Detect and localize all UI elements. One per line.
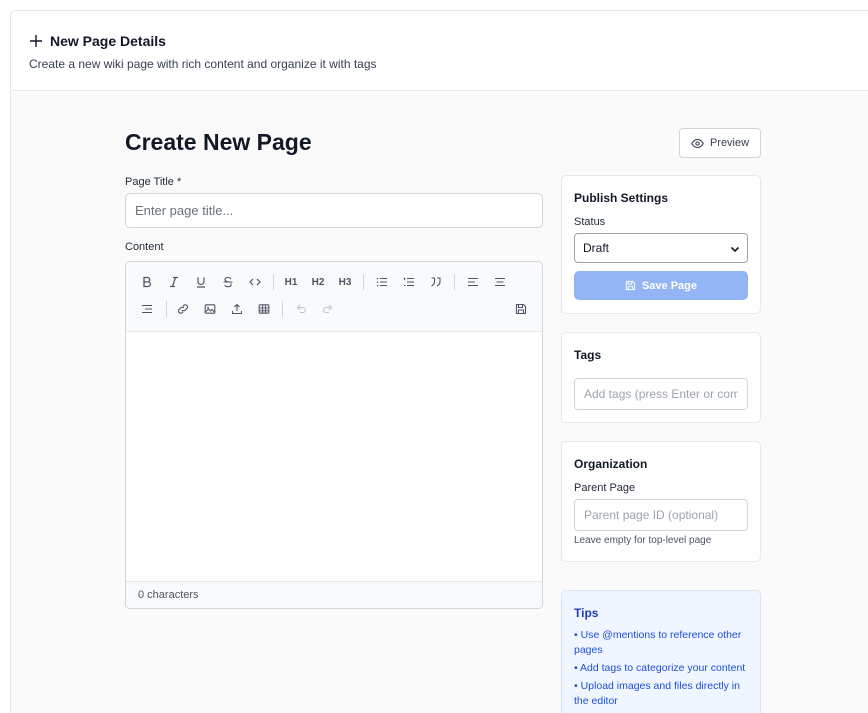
- parent-page-hint: Leave empty for top-level page: [574, 535, 712, 546]
- save-icon: [515, 303, 527, 315]
- tip-item: • Use @mentions to reference other pages: [574, 629, 742, 656]
- strikethrough-icon: [223, 276, 233, 288]
- eye-icon: [691, 138, 704, 148]
- italic-button[interactable]: [164, 272, 184, 292]
- page-header: New Page Details Create a new wiki page …: [11, 11, 868, 91]
- strikethrough-button[interactable]: [218, 272, 238, 292]
- code-button[interactable]: [245, 272, 265, 292]
- status-value: Draft: [583, 241, 610, 255]
- page-frame: New Page Details Create a new wiki page …: [10, 10, 868, 713]
- upload-icon: [231, 303, 243, 315]
- upload-button[interactable]: [227, 299, 247, 319]
- heading-1-button[interactable]: H1: [281, 272, 301, 292]
- editor-content-area[interactable]: [126, 332, 542, 582]
- character-count: 0 characters: [126, 581, 542, 608]
- header-subtitle: Create a new wiki page with rich content…: [29, 57, 377, 71]
- heading-3-button[interactable]: H3: [335, 272, 355, 292]
- tip-item: • Add tags to categorize your content: [574, 662, 746, 674]
- status-label: Status: [574, 216, 606, 228]
- content-label: Content: [125, 241, 164, 253]
- code-icon: [249, 278, 261, 286]
- toolbar-divider: [363, 274, 364, 290]
- preview-label: Preview: [709, 137, 750, 149]
- toolbar-divider: [454, 274, 455, 290]
- toolbar-divider: [273, 274, 274, 290]
- page-title-input[interactable]: [125, 193, 543, 228]
- undo-icon: [296, 304, 307, 314]
- ordered-list-button[interactable]: [399, 272, 419, 292]
- align-left-button[interactable]: [463, 272, 483, 292]
- organization-title: Organization: [574, 457, 648, 471]
- toolbar-divider: [166, 301, 167, 317]
- image-icon: [204, 304, 216, 314]
- tip-item: • Upload images and files directly in th…: [574, 680, 740, 707]
- undo-button[interactable]: [291, 299, 311, 319]
- tips-title: Tips: [574, 606, 599, 620]
- publish-settings-title: Publish Settings: [574, 191, 669, 205]
- bold-icon: [143, 276, 151, 288]
- publish-settings-card: Publish Settings Status Draft Save Page: [561, 175, 761, 314]
- tips-list: • Use @mentions to reference other pages…: [574, 628, 754, 712]
- header-title-text: New Page Details: [50, 33, 166, 49]
- tags-title: Tags: [574, 348, 602, 362]
- blockquote-button[interactable]: [426, 272, 446, 292]
- parent-page-label: Parent Page: [574, 482, 636, 494]
- header-title: New Page Details: [29, 33, 166, 49]
- ordered-list-icon: [403, 277, 414, 287]
- status-select[interactable]: Draft: [574, 233, 748, 263]
- page-title: Create New Page: [125, 129, 312, 155]
- table-icon: [258, 304, 270, 314]
- parent-page-input[interactable]: [574, 499, 748, 531]
- align-center-icon: [495, 277, 505, 287]
- plus-icon: [30, 35, 42, 47]
- tips-card: Tips • Use @mentions to reference other …: [561, 590, 761, 713]
- redo-button[interactable]: [318, 299, 338, 319]
- align-center-button[interactable]: [490, 272, 510, 292]
- align-right-icon: [142, 304, 152, 314]
- underline-icon: [197, 277, 205, 288]
- tags-input[interactable]: [574, 378, 748, 410]
- underline-button[interactable]: [191, 272, 211, 292]
- tags-card: Tags: [561, 332, 761, 423]
- title-label: Page Title *: [125, 176, 182, 188]
- image-button[interactable]: [200, 299, 220, 319]
- save-page-button[interactable]: Save Page: [574, 271, 748, 300]
- save-draft-button[interactable]: [511, 299, 531, 319]
- save-icon: [625, 280, 636, 291]
- bold-button[interactable]: [137, 272, 157, 292]
- preview-button[interactable]: Preview: [679, 128, 761, 158]
- redo-icon: [322, 304, 333, 314]
- rich-text-editor: H1 H2 H3 0 characters: [125, 261, 543, 609]
- organization-card: Organization Parent Page Leave empty for…: [561, 441, 761, 562]
- align-right-button[interactable]: [137, 299, 157, 319]
- bullet-list-button[interactable]: [372, 272, 392, 292]
- main-content: Create New Page Preview Page Title * Con…: [11, 92, 868, 713]
- quote-icon: [431, 277, 441, 287]
- save-page-label: Save Page: [641, 279, 698, 292]
- table-button[interactable]: [254, 299, 274, 319]
- toolbar-divider: [282, 301, 283, 317]
- chevron-down-icon: [730, 246, 740, 253]
- italic-icon: [170, 276, 178, 288]
- link-button[interactable]: [173, 299, 193, 319]
- align-left-icon: [468, 277, 478, 287]
- heading-2-button[interactable]: H2: [308, 272, 328, 292]
- link-icon: [177, 304, 189, 314]
- bullet-list-icon: [376, 277, 387, 287]
- editor-toolbar: H1 H2 H3: [126, 262, 542, 332]
